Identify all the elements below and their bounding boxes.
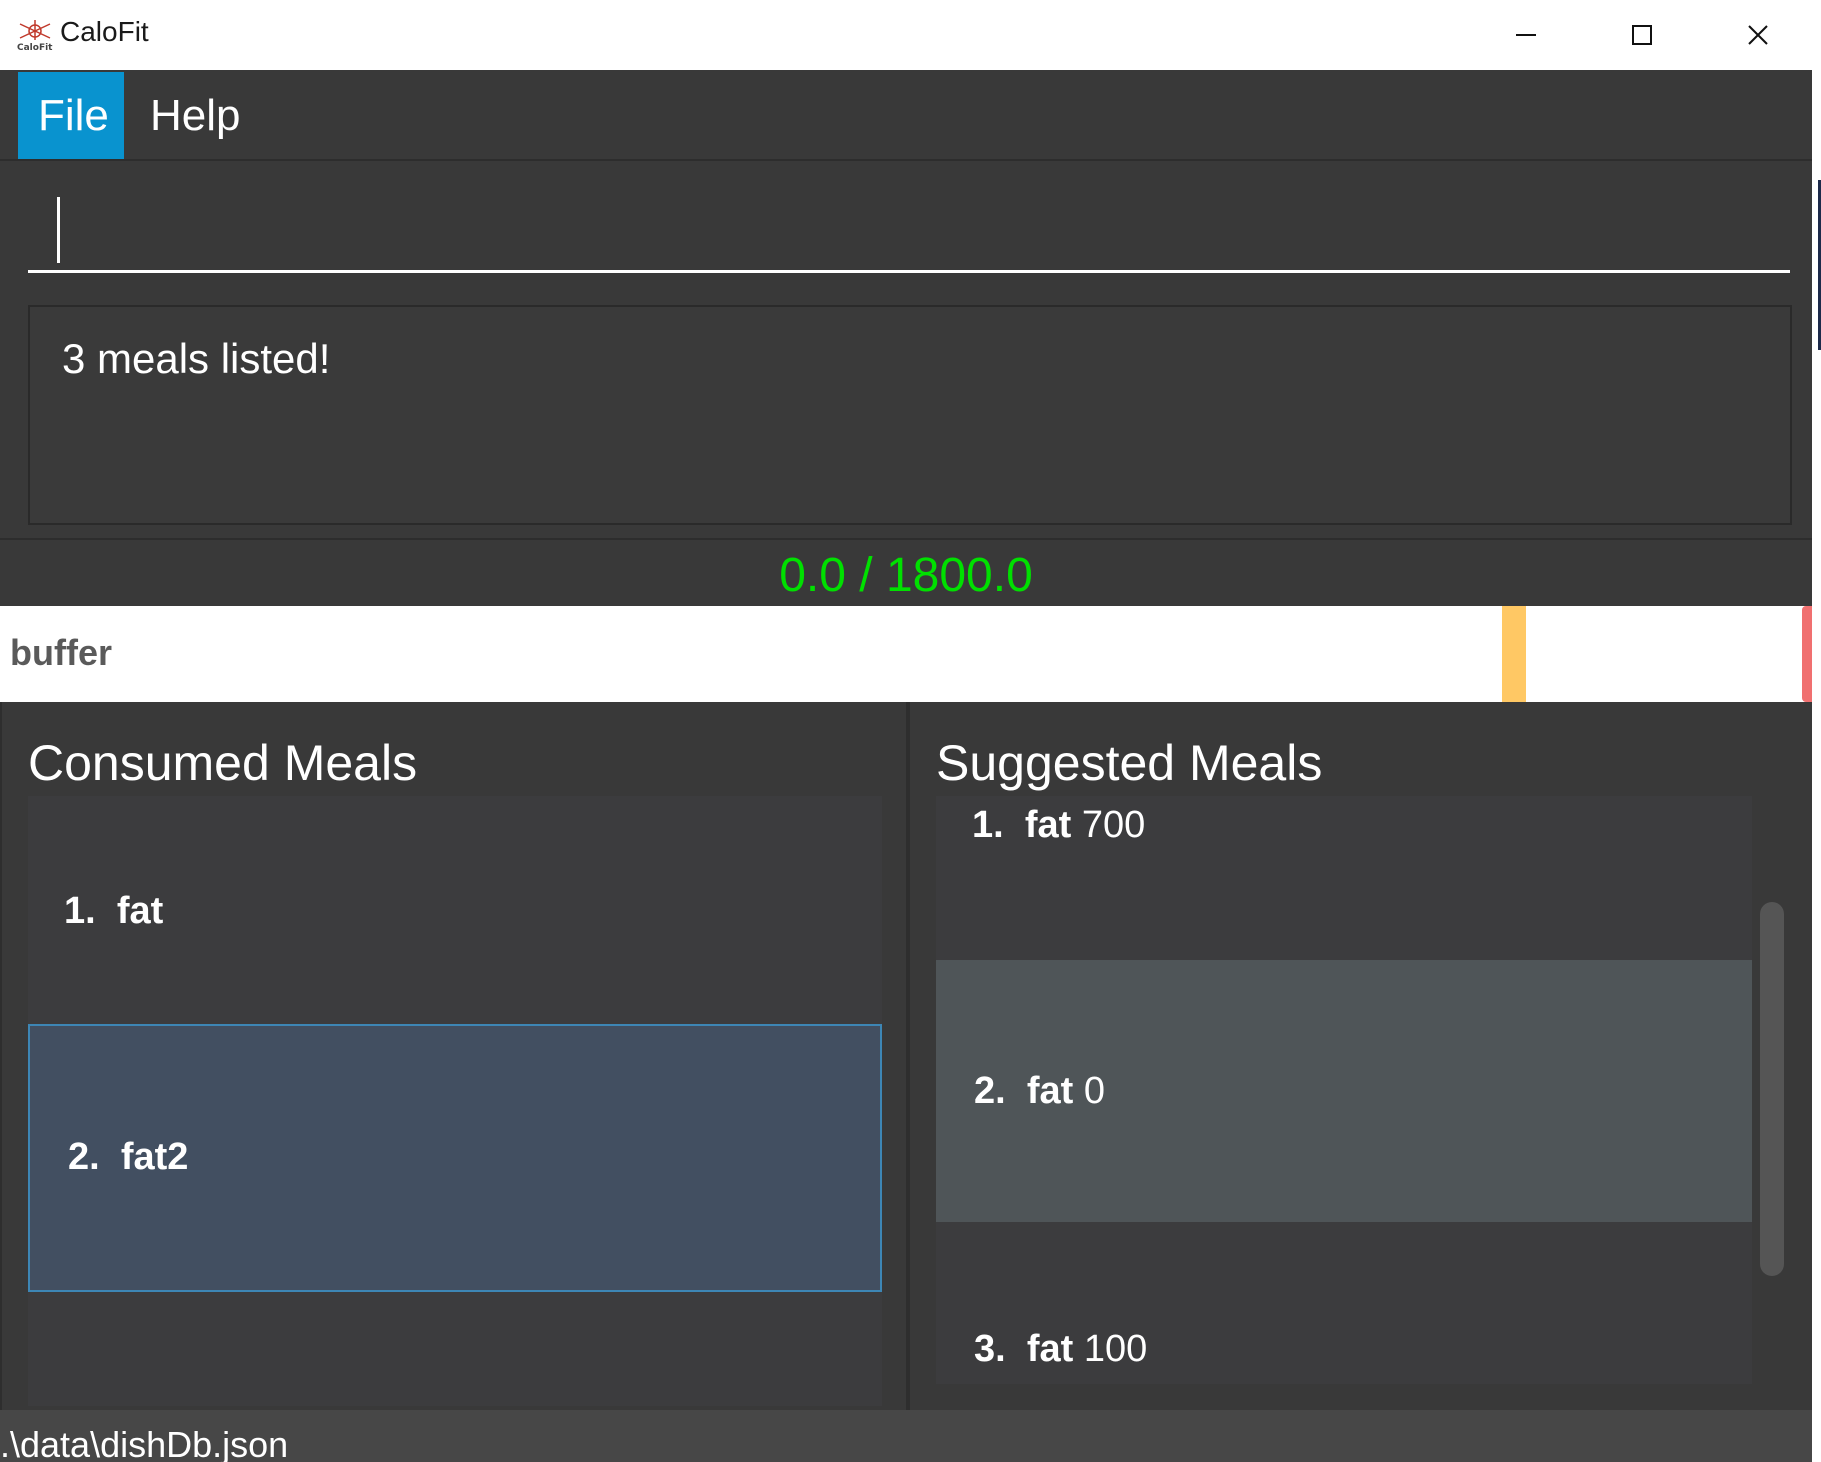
- result-message: 3 meals listed!: [62, 335, 331, 382]
- calorie-summary: 0.0 / 1800.0: [0, 540, 1812, 606]
- meal-lists: Consumed Meals 1. fat 2. fat2 Suggested …: [0, 702, 1812, 1410]
- calofit-window: CaloFit CaloFit File Help 3 meals listed…: [0, 0, 1821, 1462]
- list-item[interactable]: 3. fat 100: [936, 1222, 1752, 1384]
- command-box: [0, 159, 1812, 293]
- logo-text: CaloFit: [17, 43, 53, 52]
- item-index: 2.: [68, 1136, 100, 1178]
- title-bar[interactable]: CaloFit CaloFit: [0, 0, 1821, 70]
- list-item[interactable]: 1. fat: [28, 796, 882, 1024]
- status-bar: .\data\dishDb.json: [0, 1410, 1812, 1462]
- calorie-progress-bar: buffer: [0, 606, 1812, 702]
- list-item-selected[interactable]: 2. fat2: [28, 1024, 882, 1292]
- command-input[interactable]: [28, 181, 1790, 273]
- result-display: 3 meals listed!: [0, 291, 1812, 540]
- limit-marker: [1802, 606, 1812, 702]
- minimize-button[interactable]: [1468, 0, 1584, 70]
- calorie-readout: 0.0 / 1800.0: [779, 549, 1033, 602]
- data-file-path: .\data\dishDb.json: [0, 1424, 289, 1462]
- item-name: fat: [1026, 1328, 1074, 1370]
- consumed-meals-title: Consumed Meals: [28, 735, 418, 791]
- consumed-meals-panel: Consumed Meals 1. fat 2. fat2: [2, 702, 906, 1410]
- menu-help[interactable]: Help: [130, 72, 261, 159]
- item-index: 2.: [974, 1070, 1006, 1112]
- item-name: fat: [1026, 1070, 1074, 1112]
- calofit-logo-icon: CaloFit: [17, 20, 53, 52]
- item-index: 3.: [974, 1328, 1006, 1370]
- suggested-item-text: 2. fat 0: [974, 1070, 1105, 1113]
- result-text-area[interactable]: 3 meals listed!: [28, 305, 1792, 525]
- menu-file[interactable]: File: [18, 72, 124, 159]
- suggested-item-text: 3. fat 100: [974, 1328, 1147, 1371]
- list-item-hovered[interactable]: 2. fat 0: [936, 960, 1752, 1222]
- maximize-button[interactable]: [1584, 0, 1700, 70]
- window-title: CaloFit: [60, 16, 149, 47]
- item-calories: 700: [1081, 804, 1146, 846]
- item-name: fat2: [120, 1136, 189, 1178]
- scrollbar-thumb[interactable]: [1760, 902, 1784, 1276]
- item-name: fat: [116, 890, 164, 932]
- list-item[interactable]: 1. fat 700: [936, 796, 1752, 960]
- suggested-meals-panel: Suggested Meals 1. fat 700 2. fat 0 3. f…: [910, 702, 1812, 1410]
- item-calories: 100: [1083, 1328, 1148, 1370]
- buffer-marker: [1502, 606, 1526, 702]
- text-caret: [57, 197, 60, 263]
- consumed-item-text: 1. fat: [64, 890, 163, 933]
- item-index: 1.: [972, 804, 1004, 846]
- close-button[interactable]: [1700, 0, 1816, 70]
- menu-bar: File Help: [0, 70, 1812, 159]
- consumed-item-text: 2. fat2: [68, 1136, 188, 1179]
- minimize-icon: [1516, 34, 1536, 36]
- progress-bar-label: buffer: [10, 632, 112, 673]
- suggested-meals-list[interactable]: 1. fat 700 2. fat 0 3. fat 100: [936, 796, 1752, 1384]
- maximize-icon: [1632, 25, 1652, 45]
- item-index: 1.: [64, 890, 96, 932]
- consumed-meals-list[interactable]: 1. fat 2. fat2: [28, 796, 882, 1406]
- item-name: fat: [1024, 804, 1072, 846]
- window-edge: [1812, 70, 1821, 1462]
- close-icon: [1748, 25, 1768, 45]
- suggested-item-text: 1. fat 700: [972, 804, 1145, 847]
- item-calories: 0: [1083, 1070, 1105, 1112]
- suggested-meals-title: Suggested Meals: [936, 735, 1323, 791]
